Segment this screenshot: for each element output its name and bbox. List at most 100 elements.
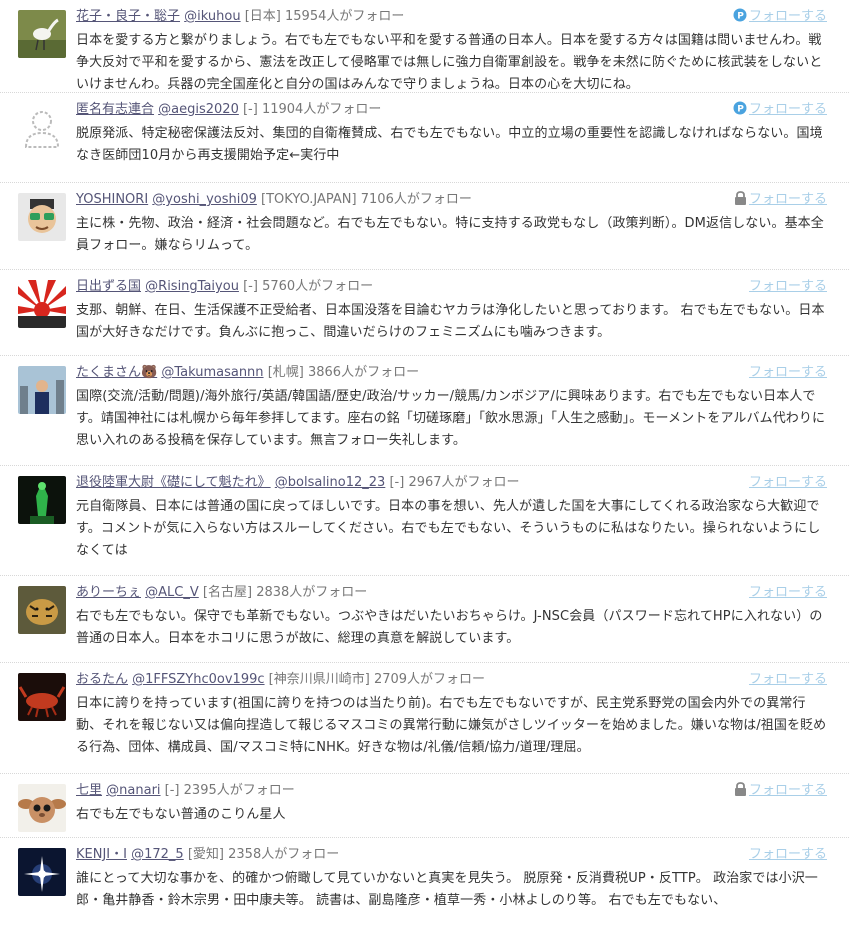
green-statue-photo [18, 476, 66, 524]
follow-label: フォローする [748, 102, 827, 117]
user-bio: 支那、朝鮮、在日、生活保護不正受給者、日本国没落を目論むヤカラは浄化したいと思っ… [76, 303, 825, 340]
screen-name[interactable]: @bolsalino12_23 [275, 475, 386, 490]
rising-sun-photo [18, 280, 66, 328]
user-location: [名古屋] [202, 585, 253, 600]
screen-name[interactable]: @yoshi_yoshi09 [152, 192, 257, 207]
avatar[interactable] [18, 476, 66, 524]
user-name[interactable]: 花子・良子・聡子 [76, 9, 180, 24]
avatar[interactable] [18, 10, 66, 58]
follow-button[interactable]: フォローする [749, 584, 827, 602]
follower-count: 3866人がフォロー [307, 365, 420, 380]
svg-text:P: P [737, 105, 744, 115]
follower-count: 2967人がフォロー [408, 475, 520, 490]
user-header: おるたん @1FFSZYhc0ov199c [神奈川県川崎市] 2709人がフォ… [76, 671, 829, 689]
user-card: 匿名有志連合 @aegis2020 [-] 11904人がフォロー P フォロー… [0, 93, 849, 183]
user-bio: 右でも左でもない普通のこりん星人 [76, 807, 286, 822]
user-card: 花子・良子・聡子 @ikuhou [日本] 15954人がフォロー P フォロー… [0, 0, 849, 93]
user-name[interactable]: KENJI・I [76, 847, 127, 862]
gremlin-photo [18, 784, 66, 832]
follower-count: 7106人がフォロー [360, 192, 472, 207]
follow-button[interactable]: フォローする [734, 782, 827, 802]
user-card: ありーちぇ @ALC_V [名古屋] 2838人がフォロー フォローする 右でも… [0, 576, 849, 663]
avatar[interactable] [18, 366, 66, 414]
user-header: KENJI・I @172_5 [愛知] 2358人がフォロー [76, 846, 829, 864]
follow-label: フォローする [748, 585, 827, 600]
lock-icon [734, 782, 747, 802]
user-card: 日出ずる国 @RisingTaiyou [-] 5760人がフォロー フォローす… [0, 270, 849, 356]
follower-count: 15954人がフォロー [285, 9, 405, 24]
user-location: [-] [164, 783, 180, 798]
follow-label: フォローする [748, 365, 827, 380]
starburst-photo [18, 848, 66, 896]
screen-name[interactable]: @1FFSZYhc0ov199c [132, 672, 264, 687]
avatar[interactable] [18, 784, 66, 832]
follow-button[interactable]: フォローする [749, 846, 827, 864]
user-header: たくまさん🐻 @Takumasannn [札幌] 3866人がフォロー [76, 364, 829, 382]
user-name[interactable]: おるたん [76, 672, 128, 687]
follow-label: フォローする [748, 672, 827, 687]
user-card: YOSHINORI @yoshi_yoshi09 [TOKYO.JAPAN] 7… [0, 183, 849, 270]
user-location: [愛知] [187, 847, 224, 862]
avatar[interactable] [18, 673, 66, 721]
user-location: [札幌] [267, 365, 304, 380]
user-bio: 日本を愛する方と繋がりましょう。右でも左でもない平和を愛する普通の日本人。日本を… [76, 33, 823, 92]
screen-name[interactable]: @ikuhou [184, 9, 240, 24]
follow-label: フォローする [748, 475, 827, 490]
user-card: 退役陸軍大尉《礎にして魁たれ》 @bolsalino12_23 [-] 2967… [0, 466, 849, 576]
cartoon-avatar [18, 193, 66, 241]
screen-name[interactable]: @nanari [106, 783, 160, 798]
p-icon: P [733, 8, 747, 28]
follow-button[interactable]: フォローする [749, 474, 827, 492]
user-list: 花子・良子・聡子 @ikuhou [日本] 15954人がフォロー P フォロー… [0, 0, 849, 918]
avatar[interactable] [18, 193, 66, 241]
user-bio: 国際(交流/活動/問題)/海外旅行/英語/韓国語/歴史/政治/サッカー/競馬/カ… [76, 389, 826, 448]
default-avatar-icon [18, 103, 66, 151]
avatar[interactable] [18, 586, 66, 634]
follow-label: フォローする [748, 783, 827, 798]
user-card: KENJI・I @172_5 [愛知] 2358人がフォロー フォローする 誰に… [0, 838, 849, 918]
user-name[interactable]: たくまさん🐻 [76, 365, 157, 380]
follow-button[interactable]: P フォローする [733, 8, 827, 28]
user-location: [-] [389, 475, 405, 490]
avatar[interactable] [18, 103, 66, 151]
user-location: [TOKYO.JAPAN] [261, 192, 357, 207]
user-name[interactable]: 日出ずる国 [76, 279, 141, 294]
user-location: [神奈川県川崎市] [268, 672, 370, 687]
screen-name[interactable]: @Takumasannn [161, 365, 263, 380]
user-header: 匿名有志連合 @aegis2020 [-] 11904人がフォロー [76, 101, 829, 119]
follow-label: フォローする [748, 192, 827, 207]
user-name[interactable]: ありーちぇ [76, 585, 141, 600]
follow-button[interactable]: フォローする [734, 191, 827, 211]
svg-text:P: P [737, 12, 744, 22]
user-name[interactable]: YOSHINORI [76, 192, 148, 207]
user-bio: 元自衛隊員、日本には普通の国に戻ってほしいです。日本の事を想い、先人が遺した国を… [76, 499, 821, 558]
follow-button[interactable]: フォローする [749, 364, 827, 382]
follow-label: フォローする [748, 279, 827, 294]
avatar[interactable] [18, 848, 66, 896]
user-header: 花子・良子・聡子 @ikuhou [日本] 15954人がフォロー [76, 8, 829, 26]
screen-name[interactable]: @172_5 [131, 847, 184, 862]
egret-photo [18, 10, 66, 58]
follow-button[interactable]: フォローする [749, 671, 827, 689]
follow-label: フォローする [748, 9, 827, 24]
screen-name[interactable]: @RisingTaiyou [145, 279, 239, 294]
user-header: ありーちぇ @ALC_V [名古屋] 2838人がフォロー [76, 584, 829, 602]
user-bio: 誰にとって大切な事かを、的確かつ俯瞰して見ていかないと真実を見失う。 脱原発・反… [76, 871, 818, 908]
avatar[interactable] [18, 280, 66, 328]
user-name[interactable]: 七里 [76, 783, 102, 798]
screen-name[interactable]: @ALC_V [145, 585, 199, 600]
user-name[interactable]: 退役陸軍大尉《礎にして魁たれ》 [76, 475, 271, 490]
follower-count: 5760人がフォロー [262, 279, 374, 294]
user-card: たくまさん🐻 @Takumasannn [札幌] 3866人がフォロー フォロー… [0, 356, 849, 466]
user-location: [-] [243, 279, 258, 294]
follow-button[interactable]: フォローする [749, 278, 827, 296]
screen-name[interactable]: @aegis2020 [158, 102, 239, 117]
user-bio: 主に株・先物、政治・経済・社会問題など。右でも左でもない。特に支持する政党もなし… [76, 216, 824, 253]
follower-count: 2395人がフォロー [183, 783, 295, 798]
follower-count: 2358人がフォロー [228, 847, 340, 862]
lobster-photo [18, 673, 66, 721]
follow-button[interactable]: P フォローする [733, 101, 827, 121]
user-header: YOSHINORI @yoshi_yoshi09 [TOKYO.JAPAN] 7… [76, 191, 829, 209]
user-name[interactable]: 匿名有志連合 [76, 102, 154, 117]
city-photo [18, 366, 66, 414]
